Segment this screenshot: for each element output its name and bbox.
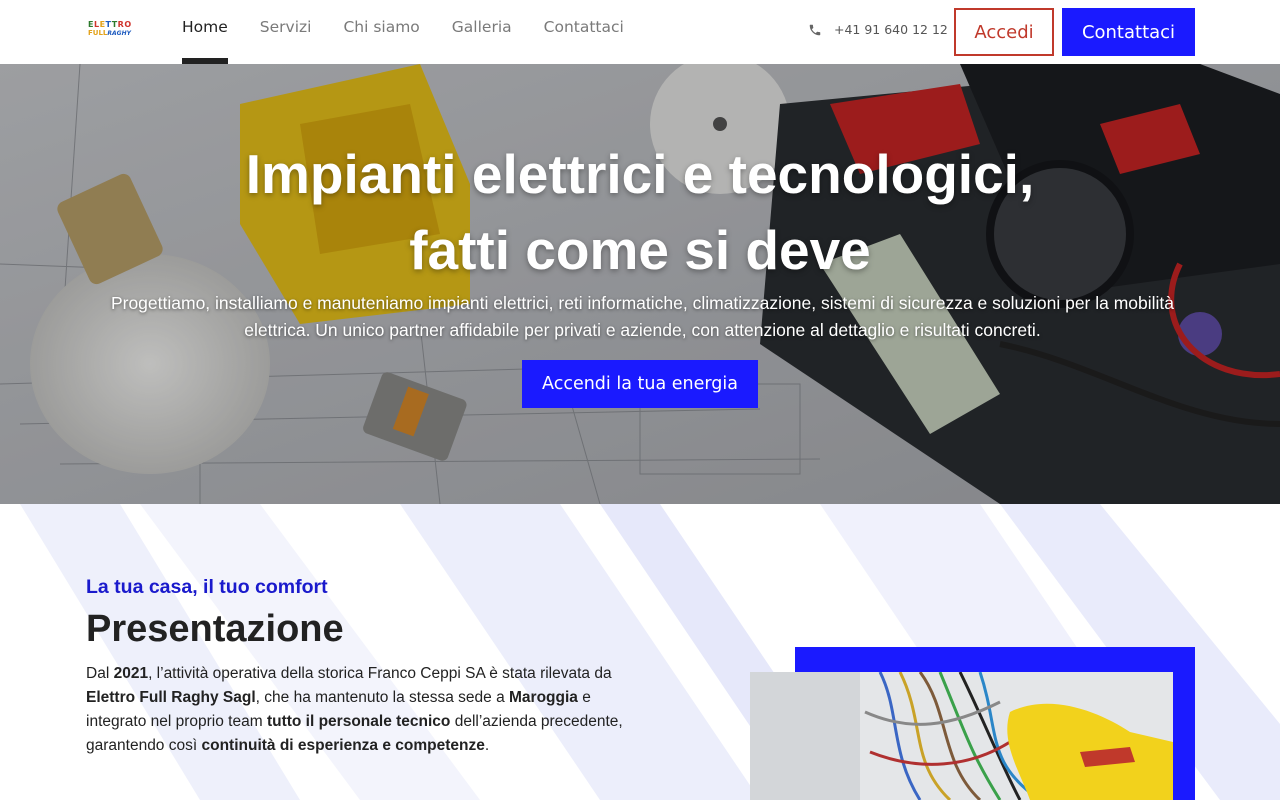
nav-item-chi-siamo[interactable]: Chi siamo xyxy=(343,0,419,64)
nav-item-home[interactable]: Home xyxy=(182,0,228,64)
logo-line-2: FULLRAGHY xyxy=(88,29,131,37)
main-nav: Home Servizi Chi siamo Galleria Contatta… xyxy=(182,0,656,64)
nav-item-galleria[interactable]: Galleria xyxy=(452,0,512,64)
login-button[interactable]: Accedi xyxy=(954,8,1054,56)
hero-title-line-1: Impianti elettrici e tecnologici, xyxy=(245,143,1035,205)
presentation-section: La tua casa, il tuo comfort Presentazion… xyxy=(0,504,1280,800)
phone-contact[interactable]: +41 91 640 12 12 xyxy=(808,22,948,37)
company-logo[interactable]: ELETTRO FULLRAGHY xyxy=(88,20,140,42)
hero-subtitle: Progettiamo, installiamo e manuteniamo i… xyxy=(110,293,1175,340)
hero-title-line-2: fatti come si deve xyxy=(409,219,871,281)
contact-button[interactable]: Contattaci xyxy=(1062,8,1195,56)
phone-icon xyxy=(809,24,821,35)
hero-title: Impianti elettrici e tecnologici, fatti … xyxy=(0,136,1280,288)
nav-item-contattaci[interactable]: Contattaci xyxy=(544,0,624,64)
section-title: Presentazione xyxy=(86,608,344,650)
presentation-paragraph: Dal 2021, l’attività operativa della sto… xyxy=(86,665,623,754)
electrical-work-photo xyxy=(750,672,1173,800)
site-header: ELETTRO FULLRAGHY Home Servizi Chi siamo… xyxy=(0,0,1280,64)
nav-item-servizi[interactable]: Servizi xyxy=(260,0,312,64)
hero-cta-button[interactable]: Accendi la tua energia xyxy=(522,360,758,408)
section-eyebrow: La tua casa, il tuo comfort xyxy=(86,576,328,598)
logo-line-1: ELETTRO xyxy=(88,20,132,29)
phone-number: +41 91 640 12 12 xyxy=(834,22,948,37)
hero-banner: Impianti elettrici e tecnologici, fatti … xyxy=(0,64,1280,504)
